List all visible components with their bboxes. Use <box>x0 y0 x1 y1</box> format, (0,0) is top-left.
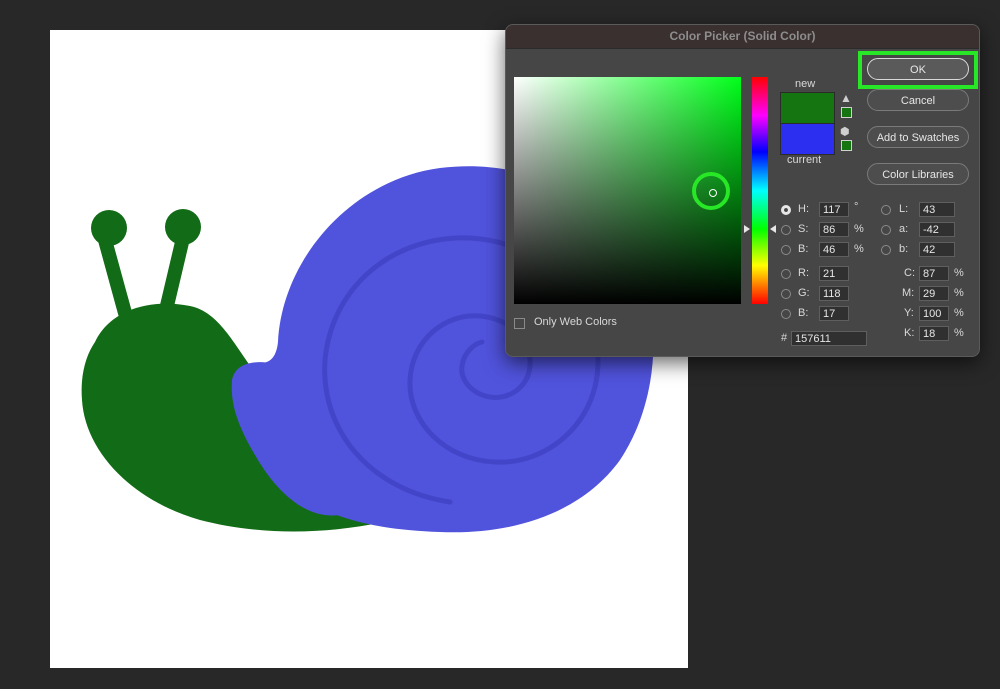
hue-input[interactable]: 117 <box>819 202 849 217</box>
only-web-colors-label: Only Web Colors <box>534 316 617 328</box>
hex-input[interactable]: 157611 <box>791 331 867 346</box>
ok-button[interactable]: OK <box>867 58 969 80</box>
new-color-label: new <box>795 78 816 90</box>
cyan-input[interactable]: 87 <box>919 266 949 281</box>
yellow-unit: % <box>954 307 964 319</box>
current-color-label: current <box>787 154 822 166</box>
a-input[interactable]: -42 <box>919 222 955 237</box>
color-field-marker-dot <box>709 189 717 197</box>
cube-icon[interactable]: ⬢ <box>840 126 852 138</box>
yellow-input[interactable]: 100 <box>919 306 949 321</box>
saturation-label: S: <box>798 223 809 235</box>
hue-slider[interactable] <box>752 77 768 304</box>
brightness-label: B: <box>798 243 809 255</box>
new-color-swatch <box>780 92 835 124</box>
radio-a[interactable] <box>881 225 891 235</box>
radio-b[interactable] <box>881 245 891 255</box>
color-field-marker[interactable] <box>692 172 730 210</box>
radio-green[interactable] <box>781 289 791 299</box>
magenta-input[interactable]: 29 <box>919 286 949 301</box>
cancel-button[interactable]: Cancel <box>867 89 969 111</box>
web-safe-swatch[interactable] <box>841 140 852 151</box>
radio-brightness[interactable] <box>781 245 791 255</box>
radio-blue[interactable] <box>781 309 791 319</box>
hue-label: H: <box>798 203 809 215</box>
snail-antenna-tip-right <box>165 209 201 245</box>
magenta-label: M: <box>902 287 915 299</box>
yellow-label: Y: <box>904 307 914 319</box>
add-to-swatches-button[interactable]: Add to Swatches <box>867 126 969 148</box>
saturation-input[interactable]: 86 <box>819 222 849 237</box>
snail-antenna-left <box>98 233 132 320</box>
hex-label: # <box>781 332 788 344</box>
lightness-input[interactable]: 43 <box>919 202 955 217</box>
saturation-unit: % <box>854 223 864 235</box>
blue-label: B: <box>798 307 809 319</box>
radio-saturation[interactable] <box>781 225 791 235</box>
color-field[interactable] <box>514 77 741 304</box>
red-input[interactable]: 21 <box>819 266 849 281</box>
magenta-unit: % <box>954 287 964 299</box>
lightness-label: L: <box>899 203 909 215</box>
green-label: G: <box>798 287 810 299</box>
snail-antenna-tip-left <box>91 210 127 246</box>
green-input[interactable]: 118 <box>819 286 849 301</box>
b-label: b: <box>899 243 909 255</box>
brightness-input[interactable]: 46 <box>819 242 849 257</box>
b-input[interactable]: 42 <box>919 242 955 257</box>
brightness-unit: % <box>854 243 864 255</box>
hue-slider-right-arrow-icon[interactable] <box>770 225 776 233</box>
only-web-colors-checkbox[interactable] <box>514 318 525 329</box>
radio-hue[interactable] <box>781 205 791 215</box>
a-label: a: <box>899 223 909 235</box>
cyan-unit: % <box>954 267 964 279</box>
radio-red[interactable] <box>781 269 791 279</box>
black-input[interactable]: 18 <box>919 326 949 341</box>
color-libraries-button[interactable]: Color Libraries <box>867 163 969 185</box>
hue-unit: ° <box>854 201 859 213</box>
cyan-label: C: <box>904 267 915 279</box>
gamut-warning-swatch[interactable] <box>841 107 852 118</box>
warning-triangle-icon[interactable]: ▲ <box>840 92 852 104</box>
blue-input[interactable]: 17 <box>819 306 849 321</box>
color-picker-dialog: Color Picker (Solid Color) new current ▲… <box>505 24 980 357</box>
current-color-swatch[interactable] <box>780 123 835 155</box>
black-unit: % <box>954 327 964 339</box>
hue-slider-left-arrow-icon[interactable] <box>744 225 750 233</box>
snail-antenna-right <box>159 231 190 317</box>
dialog-title: Color Picker (Solid Color) <box>506 25 979 49</box>
radio-lightness[interactable] <box>881 205 891 215</box>
red-label: R: <box>798 267 809 279</box>
black-label: K: <box>904 327 915 339</box>
